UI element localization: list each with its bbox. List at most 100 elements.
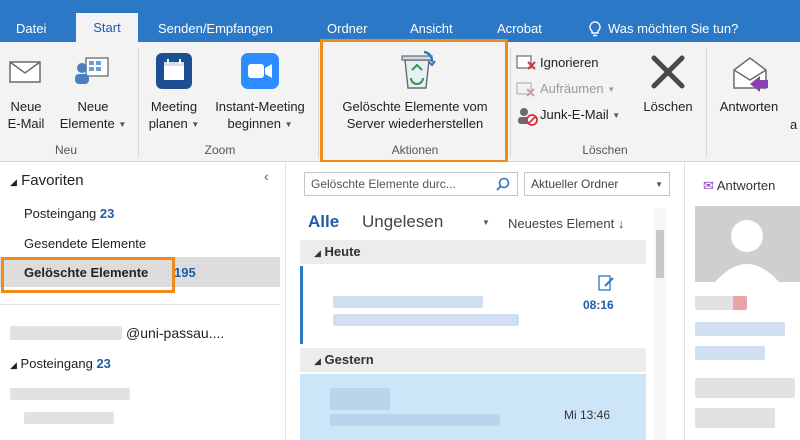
- sort-order[interactable]: Neuestes Element ↓: [508, 216, 624, 231]
- folder-inbox-label: Posteingang: [24, 206, 97, 221]
- message-list-pane: Gelöschte Elemente durc... Aktueller Ord…: [296, 162, 676, 440]
- delete-x-icon: [651, 55, 685, 89]
- message-item-selected[interactable]: Mi 13:46: [300, 374, 646, 440]
- folder-inbox-2-count: 23: [96, 356, 111, 371]
- reply-label: Antworten: [719, 99, 779, 114]
- filter-unread[interactable]: Ungelesen: [362, 212, 443, 232]
- collapse-triangle-icon: ◢: [10, 360, 17, 370]
- instant-meeting-label-2: beginnen: [227, 116, 281, 131]
- account-email-suffix[interactable]: @uni-passau....: [126, 325, 224, 341]
- blurred-body: [695, 378, 795, 398]
- blurred-sender: [333, 296, 483, 308]
- dropdown-arrow-icon: ▼: [118, 120, 127, 130]
- video-camera-icon: [241, 53, 279, 89]
- cleanup-label: Aufräumen: [540, 81, 604, 96]
- actions-highlight-box: [320, 39, 508, 163]
- dropdown-arrow-icon: ▼: [284, 120, 293, 130]
- new-items-icon: [75, 57, 109, 84]
- tab-start[interactable]: Start: [76, 13, 138, 43]
- reply-icon: [733, 57, 768, 92]
- meeting-plan-label-2: planen: [148, 116, 188, 131]
- dropdown-arrow-icon: ▼: [607, 85, 616, 95]
- message-item[interactable]: 08:16: [300, 266, 646, 344]
- reply-all-fragment: a: [790, 117, 798, 132]
- dropdown-arrow-icon: ▼: [655, 180, 663, 189]
- dropdown-arrow-icon: ▼: [191, 120, 200, 130]
- sender-avatar: [695, 206, 800, 282]
- group-label-loeschen: Löschen: [582, 143, 628, 157]
- new-email-label-2: E-Mail: [7, 116, 45, 131]
- calendar-icon: [156, 53, 192, 89]
- ribbon: Neue E-Mail Neue Elemente ▼ Neu Meeting …: [0, 39, 800, 163]
- search-input[interactable]: Gelöschte Elemente durc...: [304, 172, 518, 196]
- group-label-neu: Neu: [54, 143, 77, 157]
- tell-me-search[interactable]: Was möchten Sie tun?: [608, 20, 738, 42]
- folder-inbox-count: 23: [99, 206, 115, 221]
- search-scope-value: Aktueller Ordner: [531, 177, 619, 191]
- new-email-label-1: Neue: [10, 99, 42, 114]
- blurred-subject: [330, 414, 500, 426]
- group-label-zoom: Zoom: [204, 143, 236, 157]
- search-icon[interactable]: [496, 177, 510, 191]
- blurred-folder: [24, 412, 114, 424]
- meeting-plan-label-1: Meeting: [150, 99, 198, 114]
- blurred-header: [695, 296, 735, 310]
- search-scope-select[interactable]: Aktueller Ordner ▼: [524, 172, 670, 196]
- pane-divider: [0, 304, 280, 305]
- new-email-icon: [9, 61, 41, 83]
- group-today-label: Heute: [324, 244, 361, 259]
- filter-all[interactable]: Alle: [308, 212, 339, 232]
- sort-arrow-icon: ↓: [617, 216, 625, 231]
- message-time: 08:16: [583, 298, 614, 312]
- draft-edit-icon: [598, 275, 614, 291]
- tab-senden-empfangen[interactable]: Senden/Empfangen: [158, 20, 273, 42]
- collapse-triangle-icon: ◢: [314, 356, 321, 366]
- blurred-header: [733, 296, 747, 310]
- group-yesterday[interactable]: ◢ Gestern: [300, 348, 646, 372]
- group-divider: [138, 48, 139, 158]
- collapse-pane-chevron-icon[interactable]: ‹: [264, 168, 269, 184]
- group-divider: [318, 48, 319, 158]
- blurred-body: [695, 408, 775, 428]
- new-items-label-1: Neue: [77, 99, 109, 114]
- reply-envelope-icon: ✉: [703, 178, 714, 193]
- new-items-label-2: Elemente: [59, 116, 115, 131]
- folder-inbox-2[interactable]: ◢ Posteingang 23: [10, 356, 111, 371]
- sort-label: Neuestes Element: [508, 216, 615, 231]
- message-time: Mi 13:46: [564, 408, 611, 422]
- reading-pane: ✉ Antworten: [684, 162, 800, 440]
- ignore-icon: [516, 55, 536, 70]
- tab-datei[interactable]: Datei: [16, 20, 46, 42]
- scrollbar-thumb[interactable]: [656, 230, 664, 278]
- dropdown-arrow-icon: ▼: [612, 111, 621, 121]
- collapse-triangle-icon: ◢: [10, 177, 17, 187]
- folder-sent[interactable]: Gesendete Elemente: [24, 236, 146, 251]
- message-list-scrollbar[interactable]: [654, 208, 666, 440]
- dropdown-arrow-icon[interactable]: ▼: [482, 218, 490, 227]
- blurred-folder: [10, 388, 130, 400]
- group-yesterday-label: Gestern: [324, 352, 374, 367]
- reading-reply-label: Antworten: [716, 178, 776, 193]
- blurred-header: [695, 322, 785, 336]
- ribbon-tab-bar: Datei Start Senden/Empfangen Ordner Ansi…: [0, 0, 800, 43]
- folder-deleted-count: 195: [174, 265, 196, 280]
- lightbulb-icon: [589, 21, 601, 37]
- favorites-label: Favoriten: [21, 172, 84, 189]
- junk-mail-label: Junk-E-Mail: [540, 107, 609, 122]
- delete-label: Löschen: [643, 99, 693, 114]
- group-today[interactable]: ◢ Heute: [300, 240, 646, 264]
- cleanup-icon: [516, 82, 535, 97]
- folder-inbox[interactable]: Posteingang 23: [24, 206, 114, 221]
- group-divider: [510, 48, 511, 158]
- group-divider: [706, 48, 707, 158]
- junk-mail-icon: [518, 108, 538, 126]
- instant-meeting-label-1: Instant-Meeting: [215, 99, 305, 114]
- blurred-subject: [333, 314, 519, 326]
- favorites-header[interactable]: ◢ Favoriten: [10, 172, 84, 189]
- blurred-header: [695, 346, 765, 360]
- reading-reply-button[interactable]: ✉ Antworten: [703, 178, 775, 194]
- blurred-sender: [330, 388, 390, 410]
- folder-inbox-2-label: Posteingang: [20, 356, 93, 371]
- ignore-label: Ignorieren: [540, 55, 599, 70]
- deleted-highlight-box: [1, 257, 175, 293]
